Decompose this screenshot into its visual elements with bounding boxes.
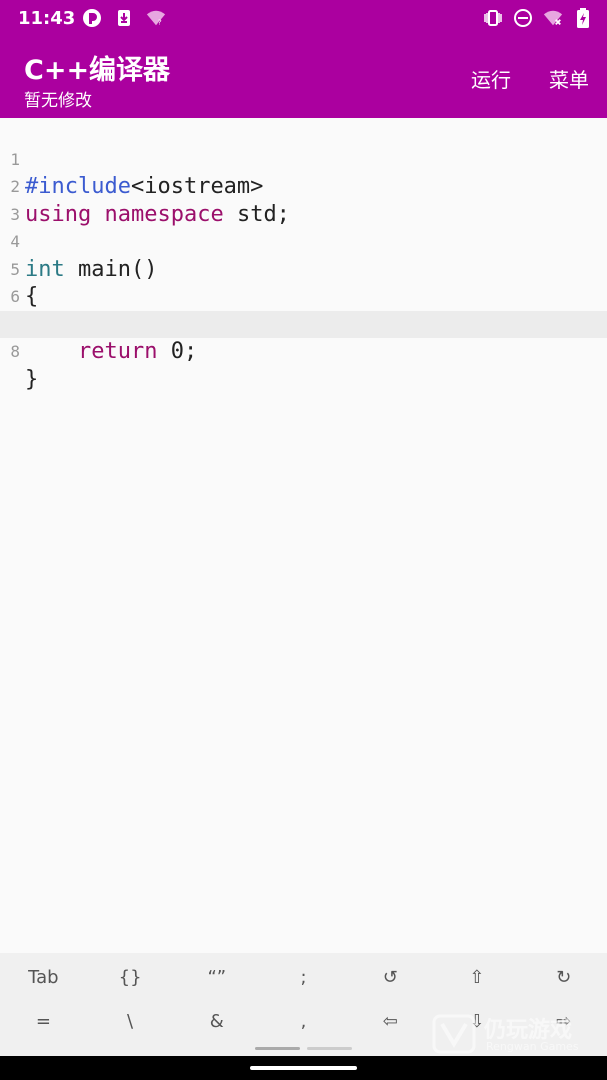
code-line[interactable]: 6 cout << "Hello,World!\n"; — [0, 256, 607, 337]
tab-key[interactable]: Tab — [0, 955, 87, 999]
line-number: 8 — [10, 342, 20, 361]
code-line[interactable]: 4 int main() — [0, 201, 607, 282]
code-line[interactable]: 1 #include<iostream> — [0, 118, 607, 200]
comma-key[interactable]: , — [260, 999, 347, 1043]
code-line[interactable]: 7 return 0; — [0, 283, 607, 365]
home-gesture-handle[interactable] — [250, 1066, 357, 1070]
app-subtitle: 暂无修改 — [24, 91, 92, 111]
wifi-off-icon — [543, 8, 563, 28]
arrow-right-icon[interactable]: ⇨ — [520, 999, 607, 1043]
navigation-bar — [0, 1056, 607, 1080]
do-not-disturb-icon — [513, 8, 533, 28]
svg-text:?: ? — [158, 17, 162, 26]
code-text: return 0; — [77, 339, 198, 364]
arrow-left-icon[interactable]: ⇦ — [347, 999, 434, 1043]
code-line[interactable]: 3 — [0, 173, 607, 224]
status-icons-right — [483, 8, 593, 28]
battery-icon — [573, 8, 593, 28]
download-icon — [114, 8, 134, 28]
arrow-up-icon[interactable]: ⇧ — [434, 955, 521, 999]
code-line-current[interactable]: 8 } — [0, 310, 607, 392]
page-indicator — [307, 1047, 352, 1050]
code-text: } — [25, 366, 39, 392]
semicolon-key[interactable]: ; — [260, 955, 347, 999]
code-editor[interactable]: 1 #include<iostream> 2 using namespace s… — [0, 118, 607, 953]
symbol-row-1: Tab {} “” ; ↺ ⇧ ↻ — [0, 955, 607, 999]
vibrate-icon — [483, 8, 503, 28]
page-indicator-active — [255, 1047, 300, 1050]
run-button[interactable]: 运行 — [471, 64, 511, 93]
undo-icon[interactable]: ↺ — [347, 955, 434, 999]
status-time: 11:43 — [18, 8, 76, 29]
app-title: C++编译器 — [24, 55, 171, 86]
equals-key[interactable]: = — [0, 999, 87, 1043]
code-line[interactable]: 2 using namespace std; — [0, 146, 607, 227]
symbol-bar: Tab {} “” ; ↺ ⇧ ↻ = \ & , ⇦ ⇩ ⇨ — [0, 953, 607, 1056]
redo-icon[interactable]: ↻ — [520, 955, 607, 999]
status-bar: 11:43 ? — [0, 0, 607, 36]
braces-key[interactable]: {} — [87, 955, 174, 999]
wifi-question-icon: ? — [146, 8, 166, 28]
app-notification-icon — [82, 8, 102, 28]
code-line[interactable]: 5 { — [0, 228, 607, 310]
backslash-key[interactable]: \ — [87, 999, 174, 1043]
arrow-down-icon[interactable]: ⇩ — [434, 999, 521, 1043]
app-bar: C++编译器 暂无修改 运行 菜单 — [0, 36, 607, 118]
symbol-row-2: = \ & , ⇦ ⇩ ⇨ — [0, 999, 607, 1043]
status-icons-left: ? — [82, 8, 166, 28]
quotes-key[interactable]: “” — [173, 955, 260, 999]
menu-button[interactable]: 菜单 — [549, 64, 589, 93]
ampersand-key[interactable]: & — [173, 999, 260, 1043]
